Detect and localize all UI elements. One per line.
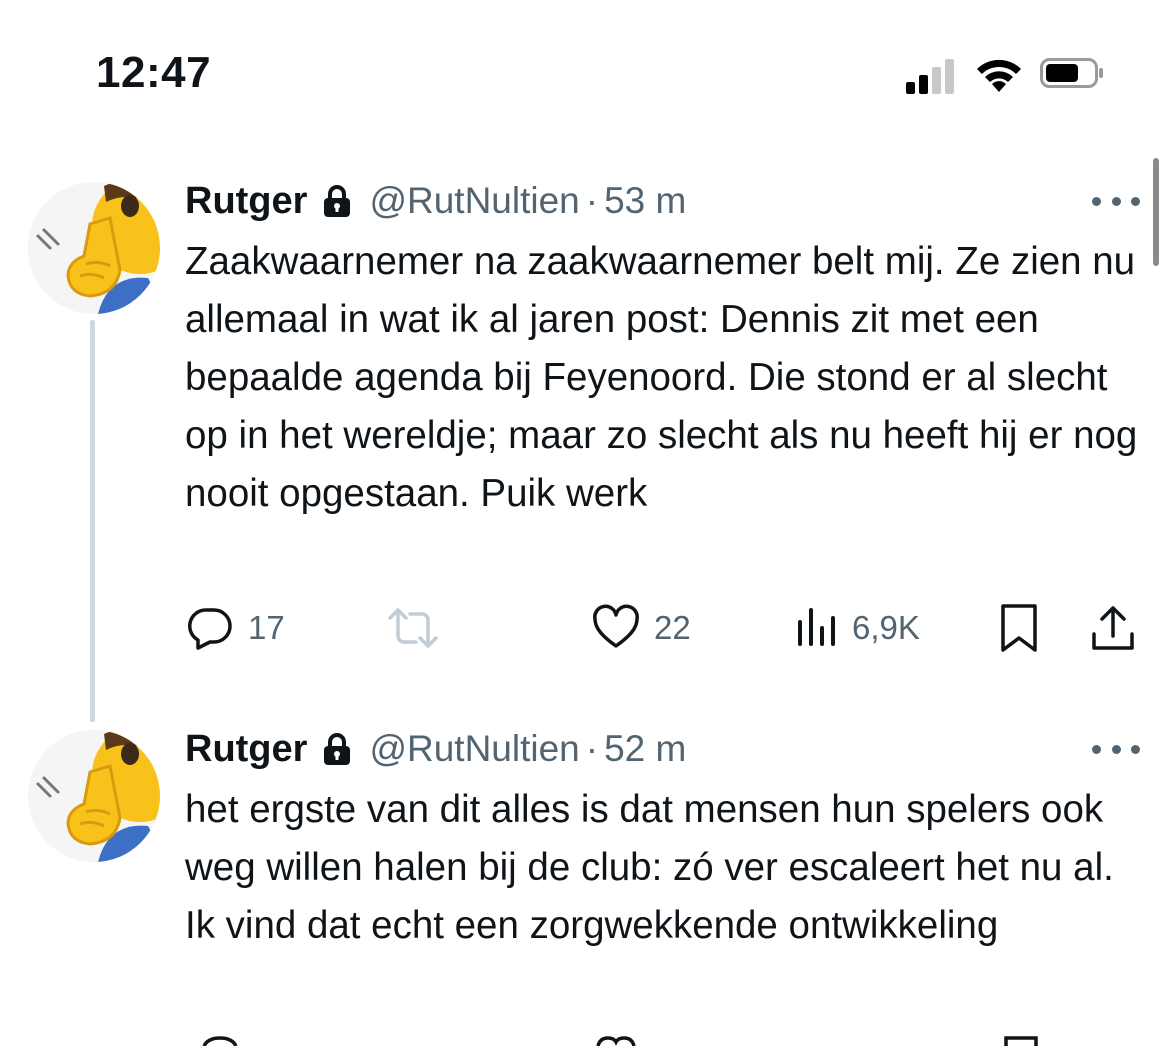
bookmark-button[interactable]	[1004, 1036, 1038, 1046]
dot-icon	[1131, 744, 1140, 754]
tweet[interactable]: Rutger @RutNultien · 52 m het ergste van…	[0, 0, 1170, 1046]
dot-icon	[1092, 744, 1101, 754]
heart-icon	[596, 1036, 636, 1046]
timestamp[interactable]: 52 m	[604, 728, 686, 770]
tweet-header: Rutger @RutNultien · 52 m	[185, 727, 686, 771]
more-options-button[interactable]	[1092, 739, 1140, 759]
separator: ·	[585, 728, 599, 769]
reply-button[interactable]	[200, 1036, 240, 1046]
handle[interactable]: @RutNultien	[369, 728, 579, 770]
shushing-person-emoji-icon	[28, 730, 160, 862]
bookmark-icon	[1004, 1036, 1038, 1046]
avatar[interactable]	[28, 730, 160, 862]
reply-icon	[202, 1036, 238, 1046]
like-button[interactable]	[596, 1036, 636, 1046]
tweet-actions	[0, 1036, 1170, 1046]
display-name[interactable]: Rutger	[185, 728, 307, 771]
tweet-text: het ergste van dit alles is dat mensen h…	[185, 788, 1114, 947]
dot-icon	[1111, 744, 1121, 754]
lock-icon	[324, 733, 351, 765]
